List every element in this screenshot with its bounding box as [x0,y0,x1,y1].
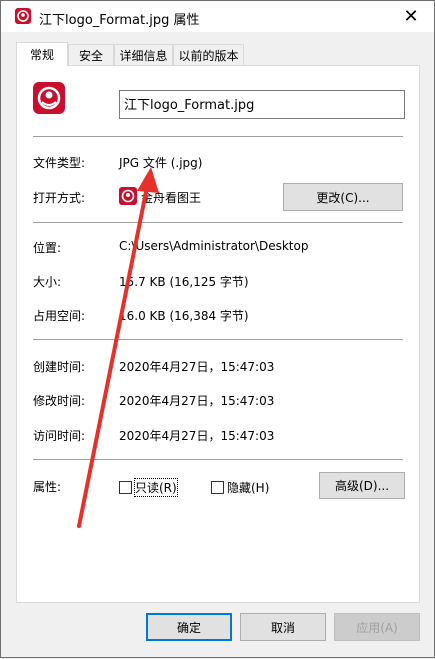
accessed-label: 访问时间: [33,429,86,443]
checkbox-box[interactable] [211,481,224,494]
attributes-label: 属性: [33,480,62,494]
tab-general-label: 常规 [29,48,54,62]
hidden-checkbox[interactable]: 隐藏(H) [211,479,269,496]
filename-input[interactable]: 江下logo_Format.jpg [119,90,405,119]
tab-details-label: 详细信息 [119,48,168,63]
accessed-value: 2020年4月27日，15:47:03 [119,429,275,443]
size-value: 15.7 KB (16,125 字节) [119,275,249,289]
tab-details[interactable]: 详细信息 [114,44,173,65]
location-label: 位置: [33,241,62,255]
close-icon: ✕ [403,6,419,27]
general-panel: 江下logo_Format.jpg 文件类型: JPG 文件 (.jpg) 打开… [16,65,420,603]
divider [33,459,403,460]
open-with-label: 打开方式: [33,191,86,205]
size-on-disk-value: 16.0 KB (16,384 字节) [119,309,249,323]
apply-button[interactable]: 应用(A) [334,613,420,641]
cancel-button[interactable]: 取消 [240,613,326,641]
advanced-button-label: 高级(D)... [334,479,390,493]
ok-button-label: 确定 [176,620,201,635]
ok-button[interactable]: 确定 [146,613,232,641]
size-label: 大小: [33,275,62,289]
window-title: 江下logo_Format.jpg 属性 [39,13,200,28]
tab-security[interactable]: 安全 [68,44,114,65]
readonly-label: 只读(R) [134,478,178,497]
jpg-file-large-icon [33,82,65,114]
divider [33,339,403,340]
tab-previous-versions-label: 以前的版本 [178,48,239,63]
close-button[interactable]: ✕ [388,1,434,32]
checkbox-box[interactable] [119,481,132,494]
readonly-checkbox[interactable]: 只读(R) [119,478,178,497]
created-value: 2020年4月27日，15:47:03 [119,360,275,374]
tab-previous-versions[interactable]: 以前的版本 [173,44,244,65]
image-viewer-app-icon [119,187,137,205]
title-bar: 江下logo_Format.jpg 属性 ✕ [1,1,434,32]
created-label: 创建时间: [33,360,86,374]
divider [33,136,403,137]
location-value: C:\Users\Administrator\Desktop [119,239,309,253]
properties-dialog: 江下logo_Format.jpg 属性 ✕ 常规 安全 详细信息 以前的版本 … [0,0,435,658]
apply-button-label: 应用(A) [356,620,398,635]
tab-general[interactable]: 常规 [16,42,68,66]
hidden-label: 隐藏(H) [227,481,270,495]
size-on-disk-label: 占用空间: [33,309,86,323]
advanced-button[interactable]: 高级(D)... [319,472,405,499]
modified-label: 修改时间: [33,394,86,408]
change-button-label: 更改(C)... [316,190,370,205]
file-type-label: 文件类型: [33,156,86,170]
tab-security-label: 安全 [78,48,103,63]
file-type-value: JPG 文件 (.jpg) [119,156,203,170]
jpg-file-icon [15,8,31,24]
cancel-button-label: 取消 [270,620,295,635]
open-with-value: 金舟看图王 [141,191,202,205]
divider [33,222,403,223]
change-button[interactable]: 更改(C)... [283,183,403,211]
modified-value: 2020年4月27日，15:47:03 [119,394,275,408]
